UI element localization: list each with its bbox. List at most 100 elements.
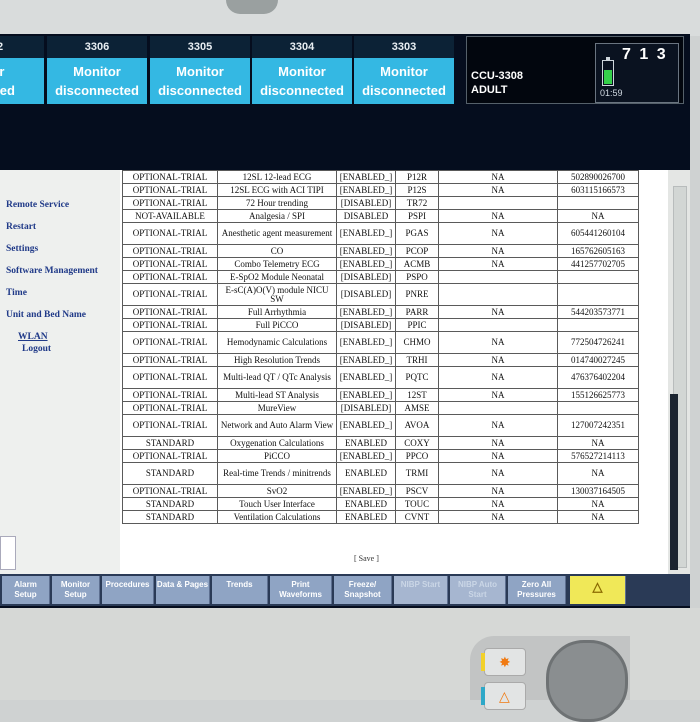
save-button[interactable]: [ Save ] bbox=[354, 554, 379, 563]
scrollbar-thumb[interactable] bbox=[670, 394, 678, 570]
zero-all-pressures-button[interactable]: Zero All Pressures bbox=[508, 576, 566, 604]
option-row[interactable]: STANDARD Ventilation Calculations ENABLED C… bbox=[122, 510, 639, 524]
battery-icon bbox=[602, 57, 614, 86]
key-cell: 165762605163 bbox=[557, 244, 639, 258]
menu-item-wlan[interactable]: WLAN bbox=[18, 332, 48, 342]
menu-item-remote-service[interactable]: Remote Service bbox=[6, 200, 69, 210]
option-row[interactable]: STANDARD Oxygenation Calculations ENABLED C… bbox=[122, 436, 639, 450]
bed-tile[interactable]: 3303 Monitor disconnected bbox=[354, 36, 454, 106]
print-waveforms-button[interactable]: Print Waveforms bbox=[270, 576, 332, 604]
expires-cell: NA bbox=[438, 170, 558, 184]
state-cell: ENABLED bbox=[336, 497, 396, 511]
trim-knob[interactable] bbox=[546, 640, 628, 722]
bed-number: 3306 bbox=[47, 36, 147, 58]
expires-cell: NA bbox=[438, 183, 558, 197]
option-row[interactable]: OPTIONAL-TRIAL Full Arrhythmia [ENABLED_] P… bbox=[122, 305, 639, 319]
software-options-table: OPTIONAL-TRIAL 12SL 12-lead ECG [ENABLED_]… bbox=[122, 170, 639, 524]
option-cell: Multi-lead QT / QTc Analysis bbox=[217, 366, 337, 389]
nibp-start-button[interactable]: NIBP Start bbox=[394, 576, 448, 604]
expires-cell: NA bbox=[438, 510, 558, 524]
battery-status: 7 1 3 01:59 bbox=[595, 43, 679, 103]
menu-bottom-button[interactable] bbox=[0, 536, 16, 570]
license-cell: STANDARD bbox=[122, 462, 218, 485]
expires-cell: NA bbox=[438, 388, 558, 402]
menu-item-settings[interactable]: Settings bbox=[6, 244, 38, 254]
option-cell: Full Arrhythmia bbox=[217, 305, 337, 319]
state-cell: [DISABLED] bbox=[336, 283, 396, 306]
state-cell: [ENABLED_] bbox=[336, 305, 396, 319]
key-cell: 130037164505 bbox=[557, 484, 639, 498]
unit-info-panel[interactable]: CCU-3308 ADULT 7 1 3 01:59 bbox=[466, 36, 684, 104]
key-cell: 544203573771 bbox=[557, 305, 639, 319]
option-row[interactable]: NOT-AVAILABLE Analgesia / SPI DISABLED PSPI… bbox=[122, 209, 639, 223]
menu-item-restart[interactable]: Restart bbox=[6, 222, 36, 232]
service-menu-area: Remote Service Restart Settings Software… bbox=[0, 170, 690, 574]
state-cell: [ENABLED_] bbox=[336, 366, 396, 389]
service-menu: Remote Service Restart Settings Software… bbox=[0, 170, 120, 574]
expires-cell bbox=[438, 401, 558, 415]
license-cell: OPTIONAL-TRIAL bbox=[122, 257, 218, 271]
license-cell: OPTIONAL-TRIAL bbox=[122, 449, 218, 463]
procedures-button[interactable]: Procedures bbox=[102, 576, 154, 604]
bed-tile[interactable]: 3306 Monitor disconnected bbox=[47, 36, 147, 106]
option-row[interactable]: OPTIONAL-TRIAL Full PiCCO [DISABLED] PPIC bbox=[122, 318, 639, 332]
bed-tile[interactable]: 3304 Monitor disconnected bbox=[252, 36, 352, 106]
alarm-pause-hardkey[interactable]: ✸ bbox=[481, 648, 526, 676]
menu-item-time[interactable]: Time bbox=[6, 288, 27, 298]
state-cell: [ENABLED_] bbox=[336, 353, 396, 367]
code-cell: PSPI bbox=[395, 209, 439, 223]
bed-tile[interactable]: 212 itor nected bbox=[0, 36, 44, 106]
expires-cell: NA bbox=[438, 222, 558, 245]
state-cell: [DISABLED] bbox=[336, 401, 396, 415]
trends-button[interactable]: Trends bbox=[212, 576, 268, 604]
option-row[interactable]: OPTIONAL-TRIAL E-SpO2 Module Neonatal [DIS… bbox=[122, 270, 639, 284]
option-row[interactable]: STANDARD Touch User Interface ENABLED TOUC N… bbox=[122, 497, 639, 511]
state-cell: [DISABLED] bbox=[336, 318, 396, 332]
option-row[interactable]: OPTIONAL-TRIAL Hemodynamic Calculations [E… bbox=[122, 331, 639, 354]
battery-cap bbox=[606, 57, 610, 60]
bed-tile[interactable]: 3305 Monitor disconnected bbox=[150, 36, 250, 106]
option-row[interactable]: OPTIONAL-TRIAL 12SL 12-lead ECG [ENABLED_]… bbox=[122, 170, 639, 184]
license-cell: OPTIONAL-TRIAL bbox=[122, 283, 218, 306]
monitor-setup-button[interactable]: Monitor Setup bbox=[52, 576, 100, 604]
key-cell bbox=[557, 401, 639, 415]
option-row[interactable]: OPTIONAL-TRIAL MureView [DISABLED] AMSE bbox=[122, 401, 639, 415]
alarm-pause-icon: ✸ bbox=[499, 654, 511, 670]
option-row[interactable]: OPTIONAL-TRIAL PiCCO [ENABLED_] PPCO NA 57652… bbox=[122, 449, 639, 463]
state-cell: DISABLED bbox=[336, 209, 396, 223]
freeze-snapshot-button[interactable]: Freeze/ Snapshot bbox=[334, 576, 392, 604]
option-row[interactable]: STANDARD Real-time Trends / minitrends ENA… bbox=[122, 462, 639, 485]
option-row[interactable]: OPTIONAL-TRIAL E-sC(A)O(V) module NICU SW… bbox=[122, 283, 639, 306]
expires-cell: NA bbox=[438, 257, 558, 271]
option-row[interactable]: OPTIONAL-TRIAL Network and Auto Alarm Vie… bbox=[122, 414, 639, 437]
menu-item-logout[interactable]: Logout bbox=[22, 344, 51, 354]
alarm-audio-hardkey[interactable]: △ bbox=[481, 682, 526, 710]
menu-item-unit-and-bed-name[interactable]: Unit and Bed Name bbox=[6, 310, 86, 320]
option-cell: Multi-lead ST Analysis bbox=[217, 388, 337, 402]
option-row[interactable]: OPTIONAL-TRIAL SvO2 [ENABLED_] PSCV NA 130037… bbox=[122, 484, 639, 498]
option-row[interactable]: OPTIONAL-TRIAL Multi-lead QT / QTc Analys… bbox=[122, 366, 639, 389]
options-scrollbar[interactable] bbox=[668, 170, 690, 574]
license-cell: OPTIONAL-TRIAL bbox=[122, 222, 218, 245]
key-cell: 605441260104 bbox=[557, 222, 639, 245]
option-row[interactable]: OPTIONAL-TRIAL Multi-lead ST Analysis [ENA… bbox=[122, 388, 639, 402]
state-cell: [ENABLED_] bbox=[336, 331, 396, 354]
alarm-silence-button[interactable]: △ bbox=[570, 576, 626, 604]
softkey-bar: Zero All Pressures NIBP Auto Start NIBP St… bbox=[0, 574, 690, 606]
alarm-setup-button[interactable]: Alarm Setup bbox=[2, 576, 50, 604]
nibp-auto-start-button[interactable]: NIBP Auto Start bbox=[450, 576, 506, 604]
option-row[interactable]: OPTIONAL-TRIAL 12SL ECG with ACI TIPI [ENA… bbox=[122, 183, 639, 197]
key-cell: 476376402204 bbox=[557, 366, 639, 389]
data-pages-button[interactable]: Data & Pages bbox=[156, 576, 210, 604]
license-cell: NOT-AVAILABLE bbox=[122, 209, 218, 223]
menu-item-software-management[interactable]: Software Management bbox=[6, 266, 98, 276]
state-cell: [ENABLED_] bbox=[336, 388, 396, 402]
code-cell: P12R bbox=[395, 170, 439, 184]
option-row[interactable]: OPTIONAL-TRIAL 72 Hour trending [DISABLED]… bbox=[122, 196, 639, 210]
option-row[interactable]: OPTIONAL-TRIAL CO [ENABLED_] PCOP NA 16576260… bbox=[122, 244, 639, 258]
option-row[interactable]: OPTIONAL-TRIAL Combo Telemetry ECG [ENABLE… bbox=[122, 257, 639, 271]
license-cell: OPTIONAL-TRIAL bbox=[122, 388, 218, 402]
option-row[interactable]: OPTIONAL-TRIAL High Resolution Trends [ENA… bbox=[122, 353, 639, 367]
unit-bed-name: CCU-3308 ADULT bbox=[471, 69, 523, 97]
option-row[interactable]: OPTIONAL-TRIAL Anesthetic agent measureme… bbox=[122, 222, 639, 245]
